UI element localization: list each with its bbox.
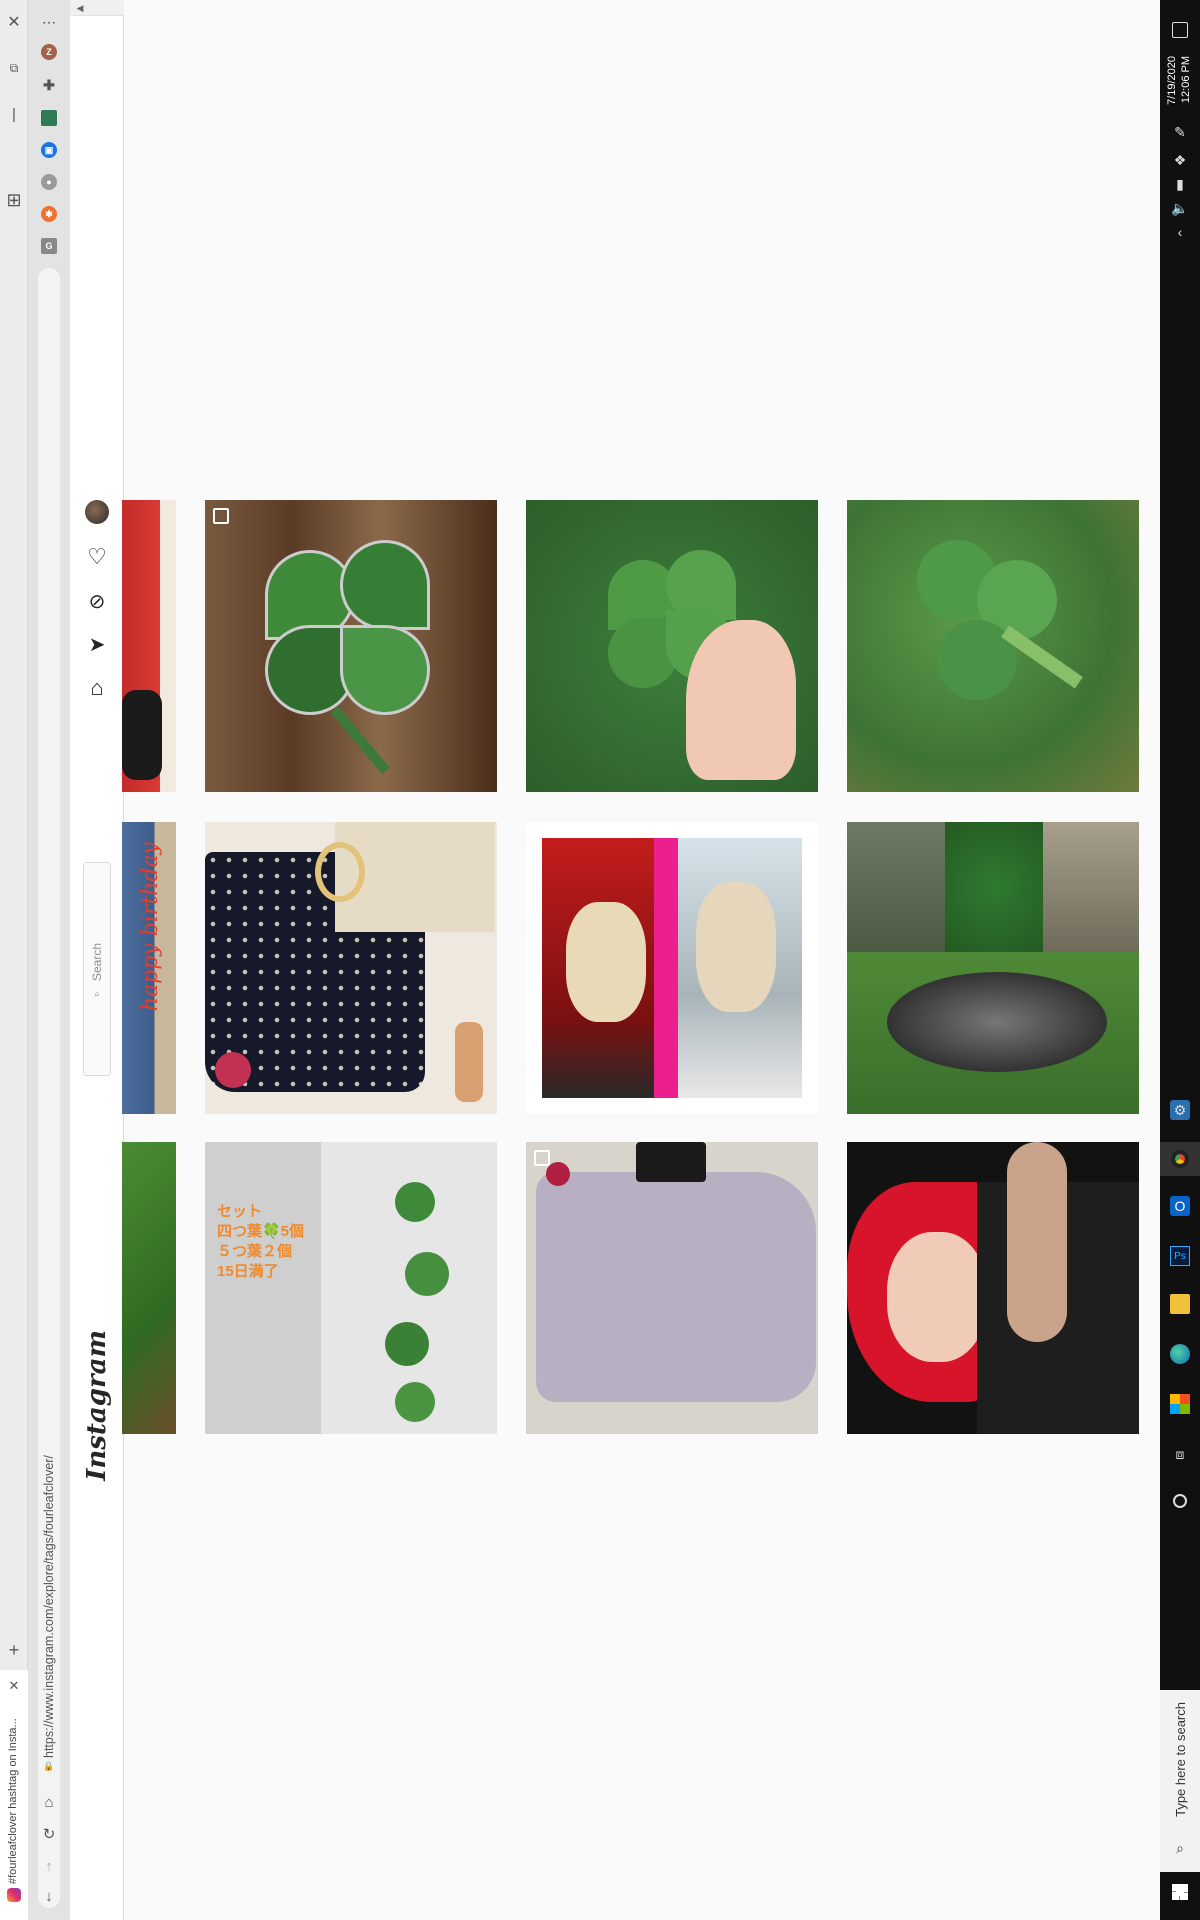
app-outlook-icon[interactable]: O: [1170, 1196, 1190, 1216]
explore-page: happy birthday セット 四つ葉🍀5個 ５つ葉２個 15日満了: [122, 0, 1160, 1920]
minimize-icon[interactable]: |: [4, 104, 24, 124]
profile-avatar[interactable]: Z: [41, 44, 57, 60]
volume-icon[interactable]: 🔈: [1170, 198, 1190, 218]
forward-icon[interactable]: ↑: [39, 1856, 59, 1876]
instagram-favicon-icon: [7, 1888, 21, 1902]
show-hidden-icons-icon[interactable]: ‹: [1170, 222, 1190, 242]
pen-icon[interactable]: ✎: [1170, 122, 1190, 142]
extension-orange-icon[interactable]: ✱: [41, 206, 57, 222]
address-url: https://www.instagram.com/explore/tags/f…: [42, 1455, 56, 1758]
address-bar[interactable]: https://www.instagram.com/explore/tags/f…: [38, 268, 60, 1908]
multi-image-icon: [534, 1150, 550, 1166]
tab-title: #fourleafclover hashtag on Insta...: [7, 1718, 19, 1884]
clover-sale-text: セット 四つ葉🍀5個 ５つ葉２個 15日満了: [217, 1203, 305, 1280]
post-dog-collage[interactable]: [847, 822, 1139, 1114]
start-windows-icon[interactable]: [1172, 1884, 1188, 1900]
post-red-hair-selfie[interactable]: [847, 1142, 1139, 1434]
search-placeholder: Search: [90, 943, 104, 982]
extension-gray-icon[interactable]: ●: [41, 174, 57, 190]
action-center-icon[interactable]: [1172, 22, 1188, 38]
search-icon: ⌕: [94, 988, 100, 1000]
post-polka-dot-dress[interactable]: [205, 822, 497, 1114]
instagram-logo[interactable]: Instagram: [82, 1330, 112, 1481]
post-partial-2[interactable]: happy birthday: [122, 822, 176, 1114]
clock-date[interactable]: 7/19/2020: [1166, 56, 1178, 105]
app-photoshop-icon[interactable]: Ps: [1170, 1246, 1190, 1266]
tab-actions-icon[interactable]: ⧉: [4, 58, 24, 78]
instagram-header: ♡ ⊘ ➤ ⌂ Search ⌕ Instagram: [70, 0, 124, 1920]
task-view-icon[interactable]: ⧈: [1170, 1444, 1190, 1464]
multi-image-icon: [213, 508, 229, 524]
post-anime-collage[interactable]: [526, 822, 818, 1114]
post-clover-patch[interactable]: [847, 500, 1139, 792]
cortana-icon[interactable]: [1173, 1494, 1187, 1508]
app-gear-icon[interactable]: ⚙: [1170, 1100, 1190, 1120]
extensions-icon[interactable]: ✚: [41, 77, 57, 93]
post-lavender-dress[interactable]: [526, 1142, 818, 1434]
post-partial-1[interactable]: [122, 500, 176, 792]
post-clover-in-hand[interactable]: [526, 500, 818, 792]
clock-time[interactable]: 12:06 PM: [1180, 56, 1192, 103]
close-icon[interactable]: ✕: [4, 12, 24, 32]
partial-post-caption: happy birthday: [138, 842, 163, 1012]
split-view-icon[interactable]: ⊞: [2, 188, 26, 212]
scroll-left-icon[interactable]: ◀: [74, 1, 86, 15]
app-edge-icon[interactable]: [1170, 1344, 1190, 1364]
app-chrome-icon[interactable]: [1160, 1142, 1200, 1176]
app-store-icon[interactable]: [1170, 1394, 1190, 1414]
extension-g-icon[interactable]: G: [41, 238, 57, 254]
tab-close-icon[interactable]: ✕: [4, 1676, 24, 1696]
lock-icon: 🔒: [43, 1760, 55, 1771]
more-options-icon[interactable]: ⋯: [39, 12, 59, 32]
explore-compass-icon[interactable]: ⊘: [84, 588, 110, 614]
new-tab-icon[interactable]: +: [4, 1640, 24, 1660]
browser-toolbar: ⋯ Z ✚ ▣ ● ✱ G https://www.instagram.com/…: [28, 0, 70, 1920]
extension-green-icon[interactable]: [41, 110, 57, 126]
home-icon[interactable]: ⌂: [84, 675, 110, 701]
search-icon: ⌕: [1176, 1839, 1184, 1856]
taskbar-search-box[interactable]: Type here to search ⌕: [1160, 1690, 1200, 1872]
post-clover-sale[interactable]: セット 四つ葉🍀5個 ５つ葉２個 15日満了: [205, 1142, 497, 1434]
post-stained-glass-clover[interactable]: [205, 500, 497, 792]
windows-taskbar: 12:06 PM 7/19/2020 ✎ ❖ ▮ 🔈 ‹ ⚙ O Ps ⧈ Ty…: [1160, 0, 1200, 1920]
post-partial-3[interactable]: [122, 1142, 176, 1434]
app-file-explorer-icon[interactable]: [1170, 1294, 1190, 1314]
home-icon[interactable]: ⌂: [39, 1792, 59, 1812]
back-icon[interactable]: ↓: [39, 1886, 59, 1906]
extension-blue-icon[interactable]: ▣: [41, 142, 57, 158]
direct-message-icon[interactable]: ➤: [84, 631, 110, 657]
power-icon[interactable]: ▮: [1170, 174, 1190, 194]
profile-avatar-icon[interactable]: [85, 500, 109, 524]
dropbox-icon[interactable]: ❖: [1170, 150, 1190, 170]
active-tab[interactable]: ✕ #fourleafclover hashtag on Insta...: [0, 1670, 28, 1920]
reload-icon[interactable]: ↻: [39, 1824, 59, 1844]
taskbar-search-placeholder: Type here to search: [1173, 1702, 1188, 1817]
browser-tab-strip: ✕ ⧉ | ⊞ + ✕ #fourleafclover hashtag on I…: [0, 0, 28, 1920]
search-input[interactable]: Search ⌕: [83, 862, 111, 1076]
activity-heart-icon[interactable]: ♡: [84, 544, 110, 570]
